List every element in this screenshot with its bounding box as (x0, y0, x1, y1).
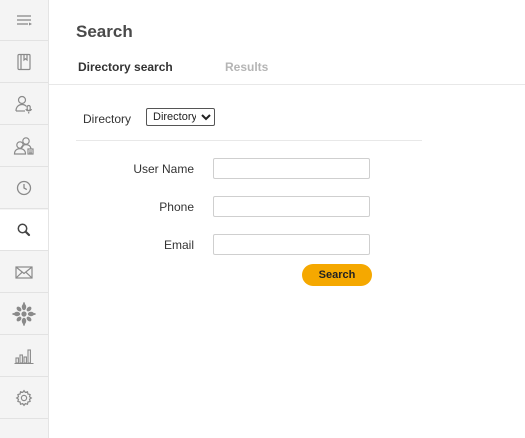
sidebar-item-menu[interactable] (0, 0, 48, 41)
mail-icon (15, 266, 33, 279)
directory-select[interactable]: Directory (146, 108, 215, 126)
network-icon (12, 302, 36, 326)
email-input[interactable] (213, 234, 370, 255)
bar-chart-icon (14, 349, 34, 365)
clock-icon (16, 180, 32, 196)
sidebar (0, 0, 49, 438)
users-icon (13, 137, 34, 155)
user-microphone-icon (15, 95, 32, 114)
book-icon (17, 53, 31, 71)
sidebar-item-network[interactable] (0, 294, 48, 335)
sidebar-item-user-microphone[interactable] (0, 84, 48, 125)
header-divider (49, 84, 525, 85)
phone-input[interactable] (213, 196, 370, 217)
sidebar-item-mail[interactable] (0, 252, 48, 293)
menu-icon (17, 15, 32, 26)
gear-icon (15, 389, 33, 407)
sidebar-item-users[interactable] (0, 126, 48, 167)
tab-directory-search[interactable]: Directory search (78, 60, 173, 74)
search-icon (17, 223, 31, 237)
sidebar-item-settings[interactable] (0, 378, 48, 419)
app: Search Directory search Results Director… (0, 0, 525, 438)
sidebar-item-reports[interactable] (0, 336, 48, 377)
email-label: Email (163, 238, 194, 252)
tab-results[interactable]: Results (225, 60, 268, 74)
form-divider (76, 140, 422, 141)
sidebar-item-search[interactable] (0, 210, 48, 251)
search-button[interactable]: Search (302, 264, 372, 286)
page-title: Search (76, 22, 133, 41)
sidebar-item-history[interactable] (0, 168, 48, 209)
directory-label: Directory (83, 112, 132, 126)
user-name-label: User Name (133, 162, 194, 176)
phone-label: Phone (159, 200, 194, 214)
sidebar-item-book[interactable] (0, 42, 48, 83)
user-name-input[interactable] (213, 158, 370, 179)
